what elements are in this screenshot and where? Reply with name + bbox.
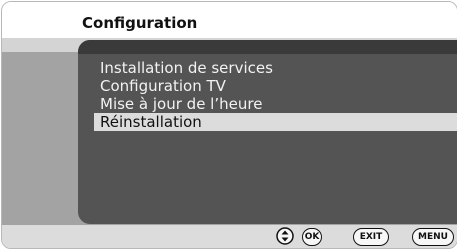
page-title: Configuration bbox=[82, 14, 198, 32]
menu-item-installation-de-services[interactable]: Installation de services bbox=[94, 59, 457, 77]
menu-item-reinstallation[interactable]: Réinstallation bbox=[94, 113, 457, 131]
exit-button[interactable]: EXIT bbox=[353, 228, 389, 246]
menu-button[interactable]: MENU bbox=[412, 228, 454, 246]
up-down-navigation-icon[interactable] bbox=[276, 227, 294, 245]
ok-button[interactable]: OK bbox=[302, 228, 322, 246]
menu-item-configuration-tv[interactable]: Configuration TV bbox=[94, 77, 457, 95]
settings-menu: Installation de services Configuration T… bbox=[94, 59, 457, 131]
tv-screen: Configuration Installation de services C… bbox=[1, 1, 457, 249]
menu-panel-top bbox=[78, 40, 457, 54]
header-bar: Configuration bbox=[2, 2, 457, 38]
menu-item-mise-a-jour-heure[interactable]: Mise à jour de l’heure bbox=[94, 95, 457, 113]
